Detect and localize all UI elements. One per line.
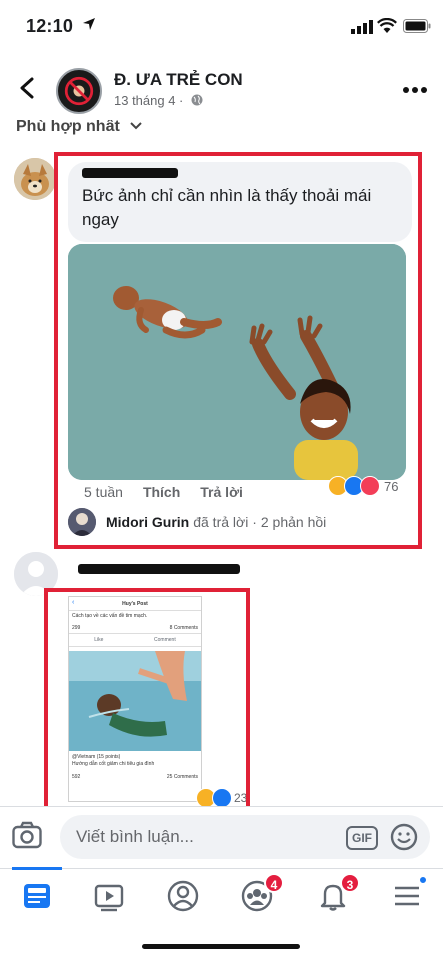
gif-button[interactable]: GIF xyxy=(346,826,378,850)
no-sign-icon xyxy=(64,76,94,106)
comment-input[interactable]: Viết bình luận... GIF xyxy=(60,815,430,859)
sort-label: Phù hợp nhất xyxy=(16,120,120,135)
wifi-icon xyxy=(377,18,397,33)
tab-profile[interactable] xyxy=(166,879,200,913)
dog-avatar-image xyxy=(14,158,56,200)
home-indicator[interactable] xyxy=(142,944,300,949)
tab-notifications[interactable]: 3 xyxy=(316,873,360,913)
status-bar: 12:10 xyxy=(0,0,443,52)
menu-dot-badge xyxy=(418,875,428,885)
post-header: Đ. ƯA TRẺ CON 13 tháng 4 · xyxy=(0,52,443,124)
battery-icon xyxy=(403,19,431,33)
highlight-box-2 xyxy=(44,588,250,816)
back-arrow-icon[interactable] xyxy=(14,74,42,102)
comment-composer: Viết bình luận... GIF xyxy=(0,806,443,870)
page-avatar[interactable] xyxy=(56,68,102,114)
post-date-text: 13 tháng 4 · xyxy=(114,93,184,108)
redacted-commenter-name-2 xyxy=(78,564,240,574)
tab-groups[interactable]: 4 xyxy=(240,873,284,913)
menu-icon xyxy=(395,886,419,906)
camera-icon[interactable] xyxy=(12,821,42,849)
tab-menu[interactable] xyxy=(390,875,428,913)
groups-badge: 4 xyxy=(264,873,284,893)
more-options-icon[interactable] xyxy=(403,86,427,94)
chevron-down-icon xyxy=(130,122,142,130)
highlight-box xyxy=(54,152,422,549)
commenter-avatar[interactable] xyxy=(14,158,56,200)
comment-sort-dropdown[interactable]: Phù hợp nhất xyxy=(16,120,142,140)
emoji-icon[interactable] xyxy=(390,823,418,851)
post-date: 13 tháng 4 · xyxy=(114,93,203,108)
notifications-badge: 3 xyxy=(340,873,360,893)
profile-icon xyxy=(167,880,199,912)
news-feed-icon xyxy=(24,884,50,908)
bottom-tab-bar: 4 3 xyxy=(0,867,443,926)
tab-news-feed[interactable] xyxy=(12,867,62,913)
globe-icon xyxy=(191,94,203,106)
status-time: 12:10 xyxy=(26,16,74,36)
cellular-signal-icon xyxy=(351,20,373,34)
page-title[interactable]: Đ. ƯA TRẺ CON xyxy=(114,70,243,90)
location-arrow-icon xyxy=(83,18,95,30)
comment-placeholder: Viết bình luận... xyxy=(76,827,194,846)
watch-video-icon xyxy=(94,884,124,912)
tab-watch[interactable] xyxy=(92,879,126,913)
